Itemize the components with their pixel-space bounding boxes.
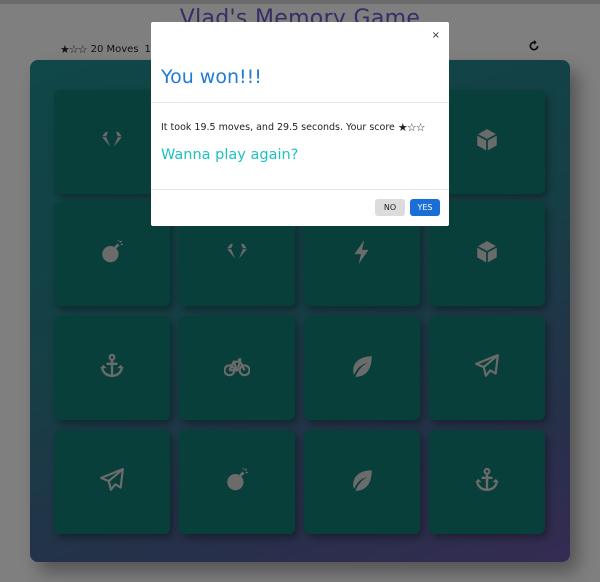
win-dialog: × You won!!! It took 19.5 moves, and 29.… <box>151 22 449 226</box>
dialog-divider-top <box>151 102 449 103</box>
dialog-title: You won!!! <box>161 66 262 88</box>
result-star-rating: ★☆☆ <box>397 121 426 134</box>
result-message: It took 19.5 moves, and 29.5 seconds. Yo… <box>161 121 426 134</box>
yes-button[interactable]: YES <box>410 199 440 216</box>
play-again-question: Wanna play again? <box>161 147 299 163</box>
close-icon[interactable]: × <box>432 30 440 41</box>
result-text: It took 19.5 moves, and 29.5 seconds. Yo… <box>161 122 395 133</box>
no-button[interactable]: NO <box>375 199 405 216</box>
dialog-divider-bottom <box>151 189 449 190</box>
